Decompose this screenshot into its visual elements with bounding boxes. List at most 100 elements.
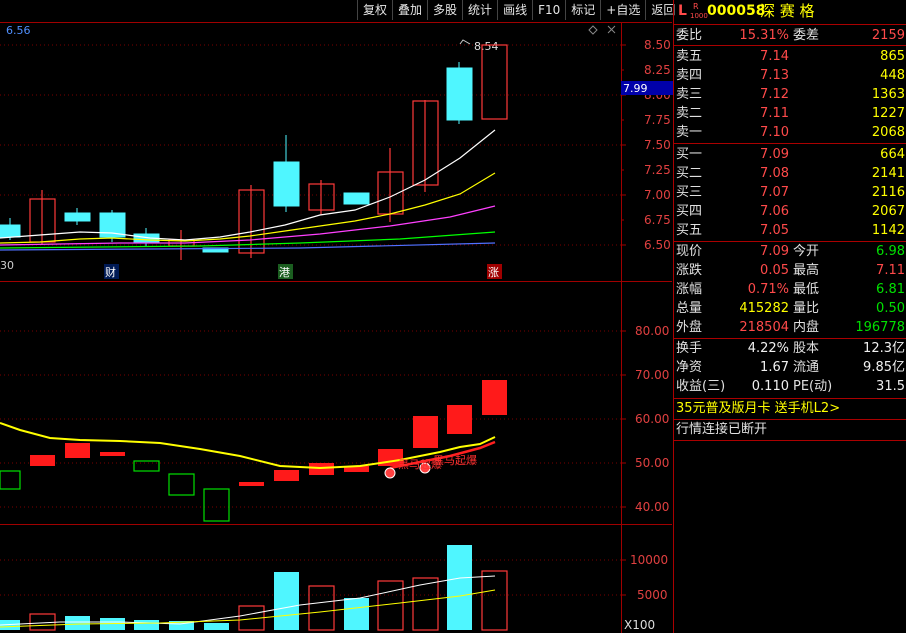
stat-label: 现价 bbox=[676, 244, 703, 259]
status-text: 行情连接已断开 bbox=[676, 422, 768, 437]
weibi-label: 委比 bbox=[676, 28, 703, 43]
order-price: 7.14 bbox=[760, 49, 789, 64]
sell-row: 卖一 7.10 2068 bbox=[674, 123, 906, 142]
toolbar-stats-button[interactable]: 统计 bbox=[462, 0, 497, 20]
date-label: 30 bbox=[0, 259, 14, 272]
stat-row: 总量 415282 量比 0.50 bbox=[674, 299, 906, 318]
stat-row: 涨幅 0.71% 最低 6.81 bbox=[674, 280, 906, 299]
stat-value: 218504 bbox=[739, 320, 789, 335]
stat-value: 7.11 bbox=[876, 263, 905, 278]
current-price-text: 7.99 bbox=[623, 82, 648, 95]
stat-value: 6.98 bbox=[876, 244, 905, 259]
volume-multiplier: X100 bbox=[624, 618, 655, 632]
candles bbox=[0, 44, 508, 260]
price-axis-label: 7.25 bbox=[644, 163, 671, 177]
chart-toolbar: 复权 叠加 多股 统计 画线 F10 标记 +自选 返回 bbox=[357, 0, 680, 22]
toolbar-fuquan-button[interactable]: 复权 bbox=[357, 0, 392, 20]
stat-label: 涨跌 bbox=[676, 263, 703, 278]
stat-value: 0.50 bbox=[876, 301, 905, 316]
event-mark[interactable]: 涨 bbox=[488, 266, 499, 279]
stat-row: 收益(三) 0.110 PE(动) 31.5 bbox=[674, 377, 906, 396]
indicator-axis-label: 50.00 bbox=[635, 456, 669, 470]
stat-value: 4.22% bbox=[747, 341, 789, 356]
diamond-icon[interactable] bbox=[588, 25, 598, 35]
toolbar-mark-button[interactable]: 标记 bbox=[565, 0, 600, 20]
sell-row: 卖五 7.14 865 bbox=[674, 47, 906, 66]
order-volume: 448 bbox=[880, 68, 905, 83]
order-price: 7.13 bbox=[760, 68, 789, 83]
order-label: 卖五 bbox=[676, 49, 703, 64]
order-price: 7.08 bbox=[760, 166, 789, 181]
stat-label: 今开 bbox=[793, 244, 820, 259]
order-volume: 1363 bbox=[871, 87, 905, 102]
stat-label: 总量 bbox=[676, 301, 703, 316]
order-price: 7.10 bbox=[760, 125, 789, 140]
promo-text[interactable]: 35元普及版月卡 送手机L2> bbox=[676, 399, 840, 418]
order-volume: 1142 bbox=[871, 223, 905, 238]
toolbar-overlay-button[interactable]: 叠加 bbox=[392, 0, 427, 20]
buy-row: 买三 7.07 2116 bbox=[674, 183, 906, 202]
order-volume: 2116 bbox=[871, 185, 905, 200]
toolbar-f10-button[interactable]: F10 bbox=[532, 0, 565, 20]
indicator-axis-label: 40.00 bbox=[635, 500, 669, 514]
stat-value: 0.71% bbox=[747, 282, 789, 297]
price-corner-label: 6.56 bbox=[6, 24, 31, 37]
stat-row: 外盘 218504 内盘 196778 bbox=[674, 318, 906, 337]
sell-row: 卖四 7.13 448 bbox=[674, 66, 906, 85]
stat-value: 196778 bbox=[855, 320, 905, 335]
price-axis-label: 7.50 bbox=[644, 138, 671, 152]
stat-value: 1.67 bbox=[760, 360, 789, 375]
buy-row: 买四 7.06 2067 bbox=[674, 202, 906, 221]
order-label: 卖二 bbox=[676, 106, 703, 121]
stat-value: 31.5 bbox=[876, 379, 905, 394]
stat-label: 换手 bbox=[676, 341, 703, 356]
buy-row: 买一 7.09 664 bbox=[674, 145, 906, 164]
weicha-value: 2159 bbox=[871, 28, 905, 43]
stat-value: 6.81 bbox=[876, 282, 905, 297]
buy-row: 买二 7.08 2141 bbox=[674, 164, 906, 183]
level-letter: L bbox=[678, 3, 687, 19]
event-mark[interactable]: 港 bbox=[279, 266, 290, 279]
volume-axis-label: 5000 bbox=[637, 588, 668, 602]
stat-row: 净资 1.67 流通 9.85亿 bbox=[674, 358, 906, 377]
high-label: 8.54 bbox=[474, 40, 499, 53]
price-gridlines bbox=[0, 44, 621, 596]
stat-label: 净资 bbox=[676, 360, 703, 375]
order-label: 卖一 bbox=[676, 125, 703, 140]
indicator-bars bbox=[0, 380, 507, 522]
order-price: 7.06 bbox=[760, 204, 789, 219]
stat-value: 9.85亿 bbox=[863, 360, 905, 375]
buy-row: 买五 7.05 1142 bbox=[674, 221, 906, 240]
event-mark[interactable]: 财 bbox=[105, 265, 116, 279]
stat-label: 流通 bbox=[793, 360, 820, 375]
stat-value: 415282 bbox=[739, 301, 789, 316]
order-volume: 2067 bbox=[871, 204, 905, 219]
order-label: 买三 bbox=[676, 185, 703, 200]
close-icon[interactable] bbox=[607, 25, 616, 34]
stat-value: 7.09 bbox=[760, 244, 789, 259]
stat-row: 现价 7.09 今开 6.98 bbox=[674, 242, 906, 261]
price-axis-label: 7.00 bbox=[644, 188, 671, 202]
order-volume: 2068 bbox=[871, 125, 905, 140]
order-price: 7.11 bbox=[760, 106, 789, 121]
toolbar-multi-stock-button[interactable]: 多股 bbox=[427, 0, 462, 20]
order-label: 买二 bbox=[676, 166, 703, 181]
volume-bars bbox=[0, 545, 508, 631]
high-marker bbox=[459, 39, 471, 45]
stat-label: 收益(三) bbox=[676, 379, 726, 394]
stock-header: L R 1000 000058 深 赛 格 bbox=[674, 2, 906, 24]
order-volume: 865 bbox=[880, 49, 905, 64]
toolbar-draw-button[interactable]: 画线 bbox=[497, 0, 532, 20]
toolbar-add-watchlist-button[interactable]: +自选 bbox=[600, 0, 645, 20]
sell-row: 卖三 7.12 1363 bbox=[674, 85, 906, 104]
kline-chart[interactable]: 8.50 8.25 8.00 7.75 7.50 7.25 7.00 6.75 … bbox=[0, 0, 673, 633]
order-price: 7.12 bbox=[760, 87, 789, 102]
order-price: 7.07 bbox=[760, 185, 789, 200]
price-axis-label: 6.75 bbox=[644, 213, 671, 227]
connection-status: 行情连接已断开 bbox=[674, 420, 906, 439]
stat-label: PE(动) bbox=[793, 379, 833, 394]
indicator-axis-label: 80.00 bbox=[635, 324, 669, 338]
stat-label: 最高 bbox=[793, 263, 820, 278]
promo-banner[interactable]: 35元普及版月卡 送手机L2> bbox=[674, 399, 906, 418]
price-axis-label: 8.25 bbox=[644, 63, 671, 77]
